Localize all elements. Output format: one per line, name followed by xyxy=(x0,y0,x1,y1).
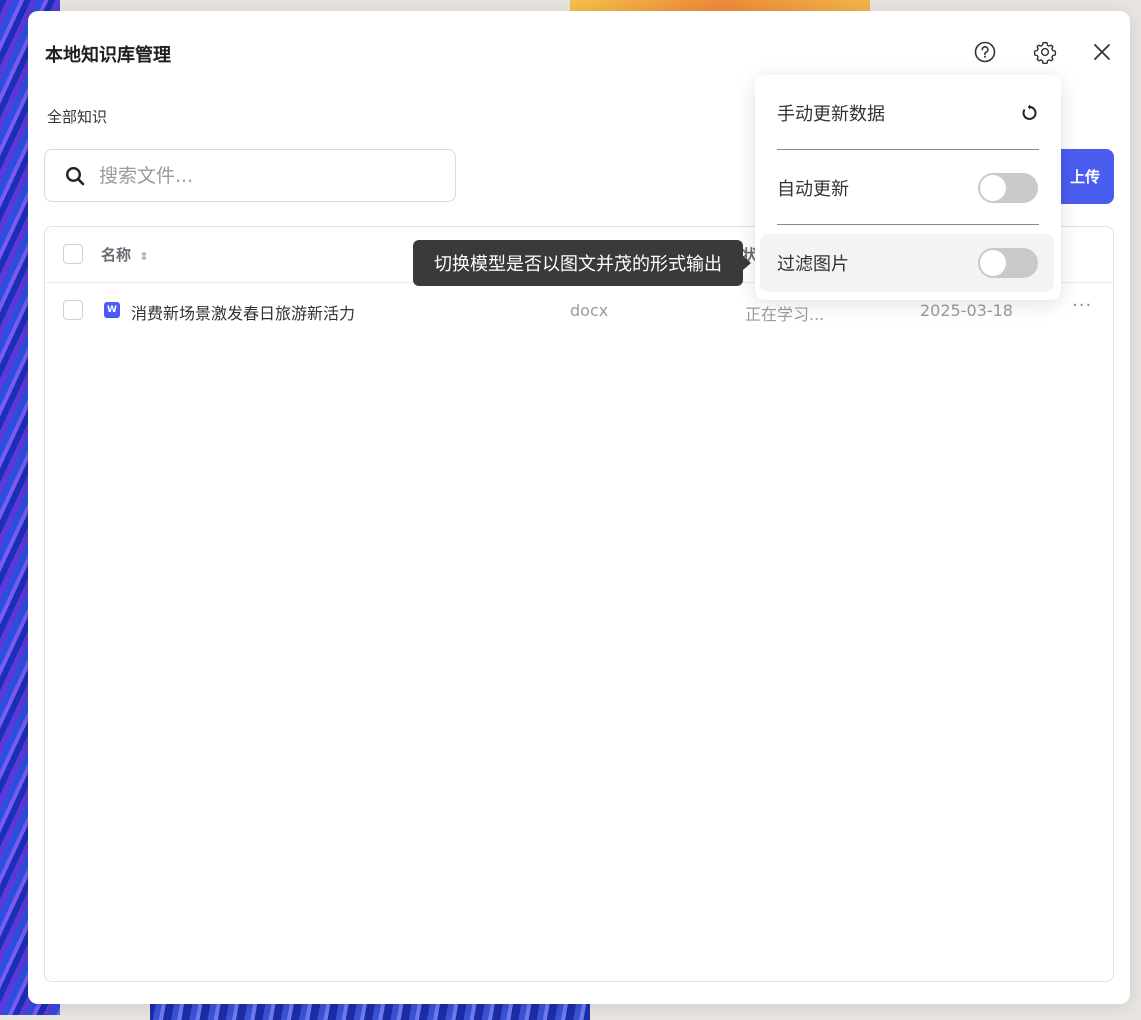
gear-icon[interactable] xyxy=(1030,37,1060,67)
search-icon xyxy=(65,166,85,185)
file-name[interactable]: 消费新场景激发春日旅游新活力 xyxy=(131,300,355,324)
menu-item-label: 过滤图片 xyxy=(777,254,849,275)
menu-divider xyxy=(777,224,1039,225)
column-header-name[interactable]: 名称 ⇕ xyxy=(101,244,148,265)
column-header-name-label: 名称 xyxy=(101,246,132,264)
sort-icon[interactable]: ⇕ xyxy=(139,250,148,263)
menu-item-filter-images[interactable]: 过滤图片 xyxy=(760,234,1054,292)
file-date: 2025-03-18 xyxy=(920,301,1013,320)
menu-item-label: 自动更新 xyxy=(777,179,849,200)
auto-update-toggle[interactable] xyxy=(978,173,1038,203)
file-type: docx xyxy=(570,301,609,320)
search-box xyxy=(44,149,456,202)
word-file-icon: W xyxy=(104,302,120,318)
select-all-checkbox[interactable] xyxy=(63,244,83,264)
close-icon[interactable] xyxy=(1087,37,1117,67)
file-status: 正在学习... xyxy=(745,305,825,324)
settings-dropdown: 手动更新数据 自动更新 过滤图片 xyxy=(755,75,1061,300)
dialog-title: 本地知识库管理 xyxy=(45,45,171,66)
upload-button-label: 上传 xyxy=(1069,168,1100,186)
menu-divider xyxy=(777,149,1039,150)
file-table: 名称 ⇕ 状 W 消费新场景激发春日旅游新活力 docx 正在学习... 202… xyxy=(44,226,1114,982)
toggle-knob xyxy=(980,250,1006,276)
filter-images-toggle[interactable] xyxy=(978,248,1038,278)
help-icon[interactable] xyxy=(970,37,1000,67)
knowledge-base-dialog: 本地知识库管理 全部知识 上传 名称 ⇕ 状 W 消费新场景激发春日旅游新活力 … xyxy=(28,11,1130,1004)
tooltip: 切换模型是否以图文并茂的形式输出 xyxy=(413,240,743,286)
toggle-knob xyxy=(980,175,1006,201)
tooltip-text: 切换模型是否以图文并茂的形式输出 xyxy=(434,254,722,275)
row-checkbox[interactable] xyxy=(63,300,83,320)
tooltip-arrow xyxy=(743,256,751,270)
search-input[interactable] xyxy=(97,163,421,188)
menu-item-manual-update[interactable]: 手动更新数据 xyxy=(760,84,1054,142)
breadcrumb[interactable]: 全部知识 xyxy=(47,106,107,127)
menu-item-auto-update[interactable]: 自动更新 xyxy=(760,159,1054,217)
menu-item-label: 手动更新数据 xyxy=(777,104,885,125)
refresh-icon[interactable] xyxy=(1020,104,1038,122)
more-actions-icon[interactable]: ··· xyxy=(1072,295,1092,316)
